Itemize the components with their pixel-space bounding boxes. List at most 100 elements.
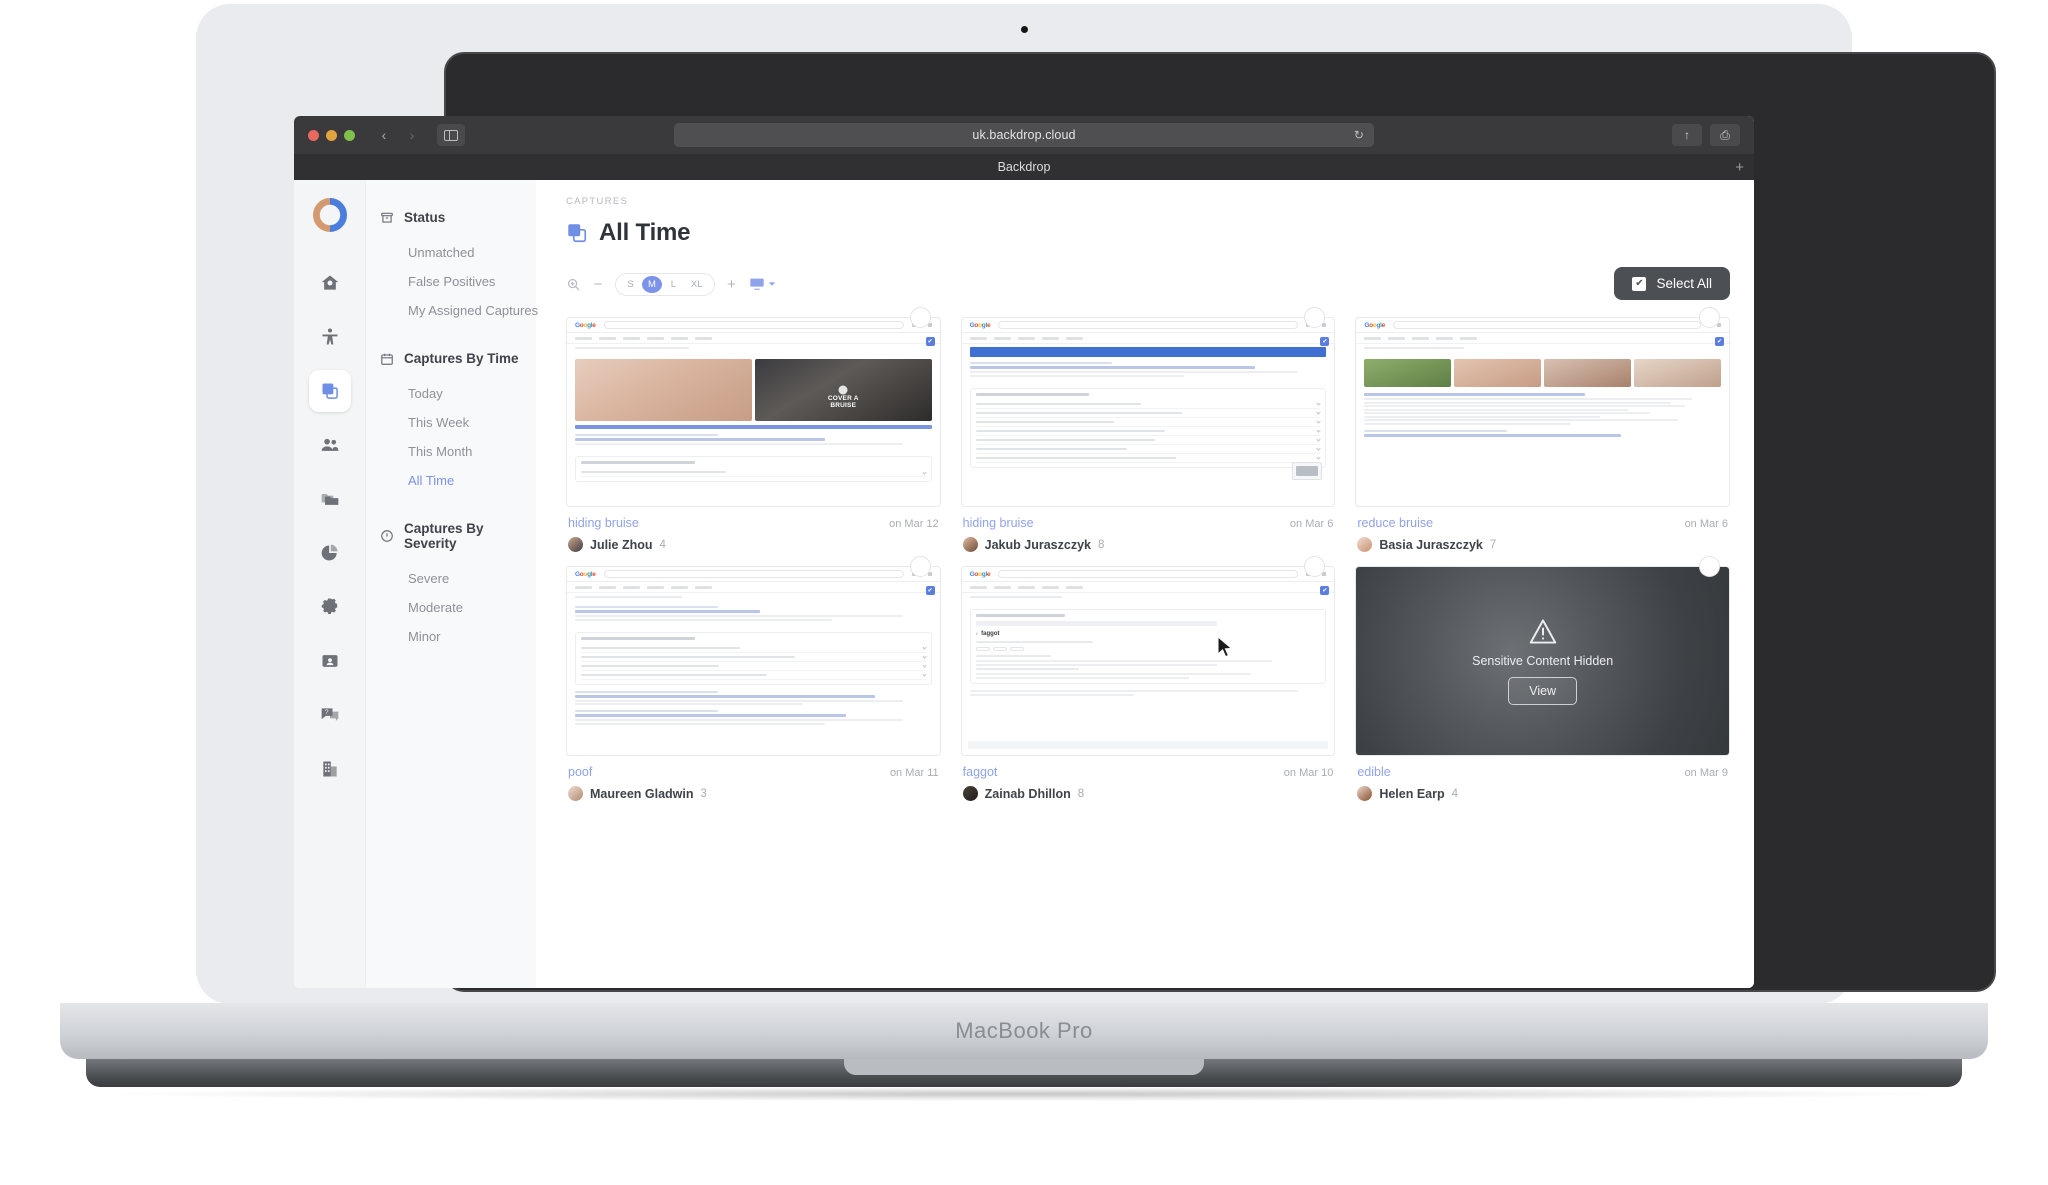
capture-search-term[interactable]: poof — [568, 765, 592, 779]
tab-strip: Backdrop + — [294, 154, 1754, 180]
capture-user-name[interactable]: Maureen Gladwin — [590, 787, 694, 801]
sidebar-item-home[interactable] — [309, 262, 351, 304]
capture-select-toggle[interactable] — [909, 556, 931, 577]
sensitive-content-overlay: Sensitive Content Hidden View — [1356, 567, 1729, 755]
capture-search-term[interactable]: hiding bruise — [963, 516, 1034, 530]
minimize-window-button[interactable] — [326, 129, 337, 141]
capture-user-name[interactable]: Basia Juraszczyk — [1379, 538, 1483, 552]
capture-select-toggle[interactable] — [1698, 556, 1720, 577]
sidebar-item-contacts[interactable] — [309, 640, 351, 682]
size-chip-s[interactable]: S — [621, 276, 640, 293]
filter-item-false-positives[interactable]: False Positives — [380, 267, 536, 296]
sidebar-item-settings[interactable] — [309, 586, 351, 628]
view-sensitive-content-button[interactable]: View — [1508, 676, 1578, 705]
size-chip-xl[interactable]: XL — [685, 276, 709, 293]
capture-card[interactable]: Google ✔ — [960, 307, 1336, 552]
capture-select-toggle[interactable] — [1698, 307, 1720, 328]
capture-card[interactable]: Google ✔ ♪ faggot faggot on Mar 10 Zaina… — [960, 556, 1336, 801]
reload-icon[interactable]: ↻ — [1354, 128, 1364, 142]
capture-thumbnail[interactable]: Google ✔ COVER A BRUISE — [566, 317, 941, 507]
size-selector[interactable]: S M L XL — [615, 272, 715, 296]
active-tab-title[interactable]: Backdrop — [998, 160, 1051, 174]
calendar-icon — [381, 353, 393, 365]
capture-date: on Mar 9 — [1684, 767, 1728, 779]
new-tab-icon[interactable]: ⎙ — [1710, 124, 1740, 146]
id-card-icon — [322, 655, 337, 667]
capture-card[interactable]: Google ✔ — [566, 556, 941, 801]
magnifier-icon[interactable] — [566, 277, 581, 292]
forward-button[interactable]: › — [399, 124, 425, 146]
share-icon[interactable]: ↑ — [1672, 124, 1702, 146]
filter-item-all-time[interactable]: All Time — [380, 466, 536, 495]
sidebar-toggle-button[interactable] — [437, 124, 465, 146]
close-window-button[interactable] — [308, 129, 319, 141]
zoom-out-button[interactable]: − — [591, 276, 605, 293]
sidebar-item-users[interactable] — [309, 424, 351, 466]
capture-card[interactable]: Sensitive Content Hidden View edible on … — [1355, 556, 1730, 801]
sidebar-item-support[interactable]: ? — [309, 694, 351, 736]
capture-date: on Mar 12 — [889, 518, 939, 530]
capture-search-term[interactable]: faggot — [963, 765, 998, 779]
size-chip-m[interactable]: M — [642, 275, 662, 293]
filter-item-minor[interactable]: Minor — [380, 622, 536, 651]
sidebar-item-child-safety[interactable] — [309, 316, 351, 358]
filter-item-this-month[interactable]: This Month — [380, 437, 536, 466]
capture-user-name[interactable]: Helen Earp — [1379, 787, 1444, 801]
plus-icon[interactable]: + — [1735, 159, 1744, 176]
capture-caption: hiding bruise on Mar 6 Jakub Juraszczyk … — [961, 507, 1336, 552]
address-bar[interactable]: uk.backdrop.cloud ↻ — [674, 123, 1374, 147]
capture-thumbnail[interactable]: Google ✔ — [566, 566, 941, 756]
backdrop-logo — [312, 198, 347, 232]
capture-select-toggle[interactable] — [909, 307, 931, 328]
size-chip-l[interactable]: L — [664, 276, 683, 293]
capture-card[interactable]: Google ✔ COVER A BRUISE hiding bruise on… — [566, 307, 941, 552]
capture-thumbnail[interactable]: Google ✔ — [1355, 317, 1730, 507]
capture-date: on Mar 6 — [1289, 518, 1334, 530]
filter-sidebar: Status Unmatched False Positives My Assi… — [366, 180, 538, 988]
filter-item-today[interactable]: Today — [380, 379, 536, 408]
navigation-buttons[interactable]: ‹ › — [371, 124, 425, 146]
toolbar-right-buttons[interactable]: ↑ ⎙ — [1672, 124, 1740, 146]
maximize-window-button[interactable] — [344, 129, 355, 141]
capture-search-term[interactable]: edible — [1357, 765, 1390, 779]
capture-thumbnail[interactable]: Sensitive Content Hidden View — [1355, 566, 1730, 756]
filter-group-status: Status Unmatched False Positives My Assi… — [380, 210, 538, 325]
capture-caption: faggot on Mar 10 Zainab Dhillon 8 — [961, 756, 1336, 801]
sidebar-item-captures[interactable] — [308, 370, 351, 412]
filter-group-header: Captures By Severity — [380, 521, 536, 551]
device-model-label: MacBook Pro — [955, 1018, 1093, 1043]
filter-item-moderate[interactable]: Moderate — [380, 593, 536, 622]
window-controls[interactable] — [308, 129, 355, 141]
capture-thumbnail[interactable]: Google ✔ — [960, 317, 1336, 507]
capture-date: on Mar 10 — [1283, 767, 1334, 779]
capture-search-term[interactable]: hiding bruise — [568, 516, 639, 530]
filter-item-my-assigned-captures[interactable]: My Assigned Captures — [380, 296, 538, 325]
avatar — [1357, 537, 1373, 552]
capture-match-badge: ✔ — [1320, 586, 1330, 595]
filter-item-severe[interactable]: Severe — [380, 564, 536, 593]
capture-user-name[interactable]: Julie Zhou — [590, 538, 653, 552]
icon-rail: ? — [294, 180, 366, 988]
select-all-checkbox[interactable]: ✔ — [1632, 276, 1647, 291]
avatar — [1357, 786, 1373, 801]
laptop-notch — [844, 1059, 1204, 1075]
capture-thumbnail[interactable]: Google ✔ ♪ faggot — [960, 566, 1336, 756]
browser-toolbar: ‹ › uk.backdrop.cloud ↻ ↑ ⎙ — [294, 116, 1754, 154]
zoom-in-button[interactable]: + — [725, 276, 739, 293]
avatar — [568, 786, 583, 801]
captures-grid: Google ✔ COVER A BRUISE hiding bruise on… — [566, 307, 1730, 801]
sidebar-item-folders[interactable] — [309, 478, 351, 520]
sidebar-item-reports[interactable] — [309, 532, 351, 574]
select-all-button[interactable]: ✔ Select All — [1614, 267, 1730, 300]
capture-user-name[interactable]: Jakub Juraszczyk — [985, 538, 1091, 552]
view-mode-dropdown[interactable] — [749, 276, 776, 292]
back-button[interactable]: ‹ — [371, 124, 397, 146]
serp-screenshot: Google ✔ — [961, 318, 1335, 506]
filter-group-title: Captures By Time — [404, 351, 519, 366]
filter-item-unmatched[interactable]: Unmatched — [380, 238, 536, 267]
capture-search-term[interactable]: reduce bruise — [1357, 516, 1433, 530]
filter-item-this-week[interactable]: This Week — [380, 408, 536, 437]
capture-user-name[interactable]: Zainab Dhillon — [985, 787, 1071, 801]
capture-card[interactable]: Google ✔ — [1355, 307, 1730, 552]
sidebar-item-organisation[interactable] — [309, 748, 351, 790]
